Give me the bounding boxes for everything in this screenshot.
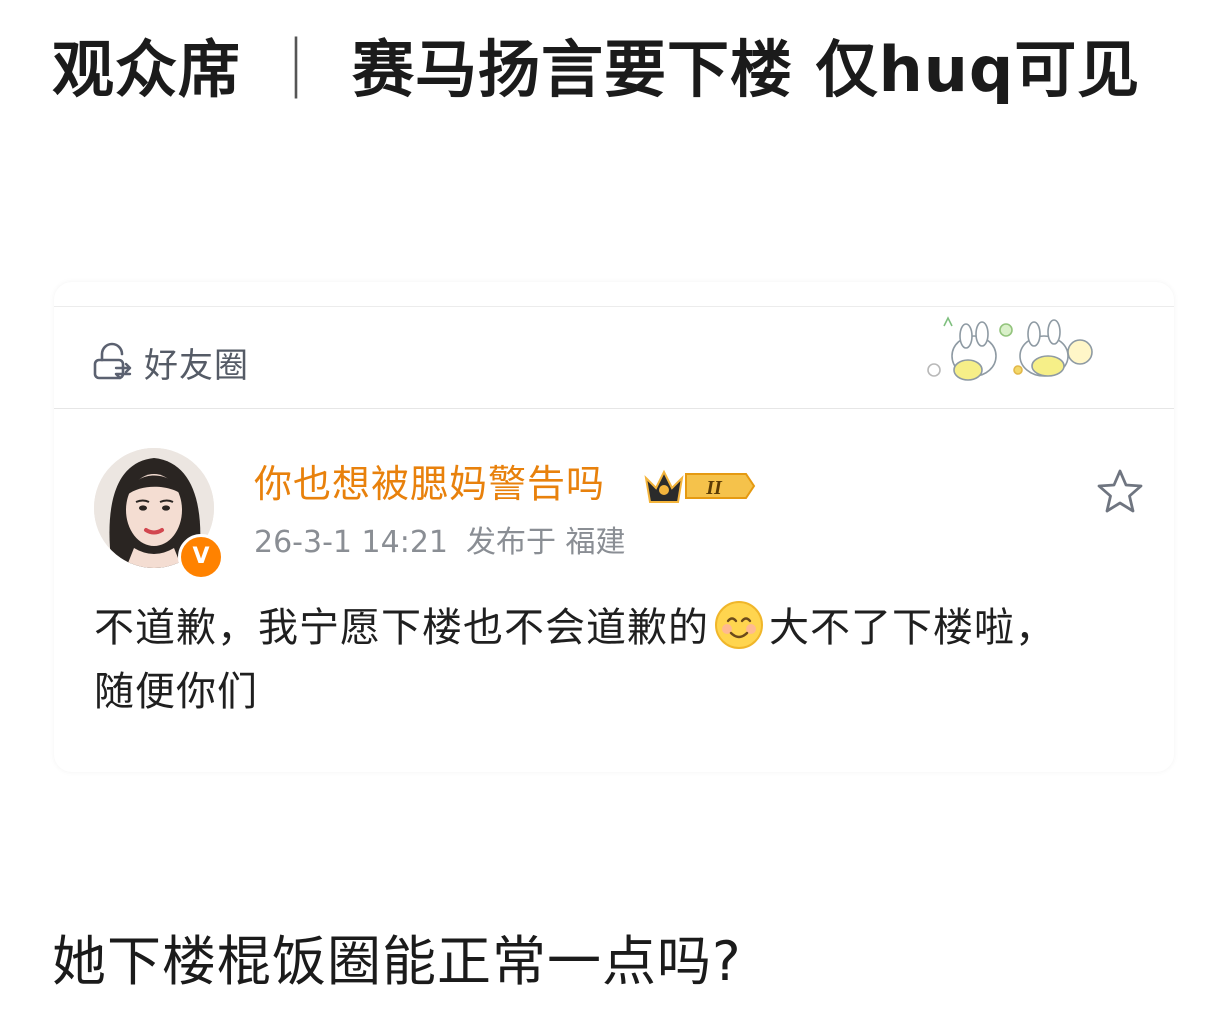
post-content: 不道歉，我宁愿下楼也不会道歉的 大不了下楼啦，随便你们 (94, 596, 1094, 724)
post-screenshot-card: 好友圈 V 你也想被腮妈警告吗 II 26-3-1 14:21 发布于 福建 不… (54, 282, 1174, 772)
title-part-2: 赛马扬言要下楼 仅huq可见 (352, 33, 1141, 106)
friends-circle-lock-icon (93, 342, 132, 380)
friends-circle-label: 好友圈 (144, 345, 249, 386)
article-title: 观众席 ｜ 赛马扬言要下楼 仅huq可见 (52, 18, 1172, 122)
verified-badge: V (178, 534, 224, 580)
card-divider (54, 408, 1174, 409)
post-text-part-1: 不道歉，我宁愿下楼也不会道歉的 (94, 605, 709, 651)
crown-vip-badge: II (644, 469, 756, 503)
post-meta: 26-3-1 14:21 发布于 福建 (254, 518, 626, 568)
title-separator: ｜ (265, 33, 329, 106)
post-location: 发布于 福建 (466, 525, 626, 560)
title-part-1: 观众席 (52, 33, 242, 106)
smile-emoji-icon (715, 601, 763, 649)
friends-circle-bar[interactable]: 好友圈 (90, 330, 249, 394)
star-icon[interactable] (1094, 466, 1146, 518)
vip-level-text: II (705, 477, 723, 499)
post-timestamp: 26-3-1 14:21 (254, 525, 448, 560)
cartoon-bunny-decoration (927, 316, 1093, 381)
card-top-divider (54, 306, 1174, 307)
username[interactable]: 你也想被腮妈警告吗 (254, 456, 605, 512)
commentary-text: 她下楼棍饭圈能正常一点吗? (52, 930, 742, 993)
